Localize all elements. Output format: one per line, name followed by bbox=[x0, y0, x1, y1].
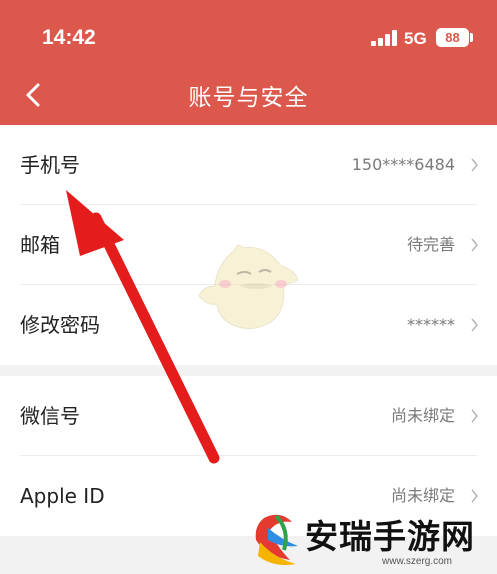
phone-value: 150****6484 bbox=[351, 155, 455, 174]
password-value: ****** bbox=[407, 315, 455, 334]
wechat-label: 微信号 bbox=[20, 404, 80, 428]
phone-label: 手机号 bbox=[20, 153, 80, 177]
chevron-right-icon bbox=[471, 409, 478, 423]
password-label: 修改密码 bbox=[20, 313, 100, 337]
signal-icon bbox=[371, 30, 397, 46]
battery-tip bbox=[470, 33, 473, 42]
phone-row[interactable]: 手机号 150****6484 bbox=[0, 125, 497, 205]
mascot-icon bbox=[198, 244, 299, 329]
wechat-row[interactable]: 微信号 尚未绑定 bbox=[0, 376, 497, 456]
chevron-right-icon bbox=[471, 158, 478, 172]
watermark-url: www.szerg.com bbox=[382, 556, 453, 567]
watermark-text: 安瑞手游网 bbox=[305, 517, 475, 556]
page-title: 账号与安全 bbox=[188, 85, 309, 111]
header-bar: 14:42 5G 88 账号与安全 bbox=[0, 0, 497, 125]
chevron-right-icon bbox=[471, 318, 478, 332]
status-time: 14:42 bbox=[42, 26, 96, 49]
chevron-right-icon bbox=[471, 238, 478, 252]
battery-icon: 88 bbox=[436, 28, 469, 47]
email-value: 待完善 bbox=[406, 235, 455, 254]
email-label: 邮箱 bbox=[20, 233, 60, 257]
wechat-value: 尚未绑定 bbox=[390, 406, 455, 425]
apple-id-label: Apple ID bbox=[20, 484, 105, 508]
chevron-right-icon bbox=[471, 489, 478, 503]
network-label: 5G bbox=[404, 29, 427, 48]
